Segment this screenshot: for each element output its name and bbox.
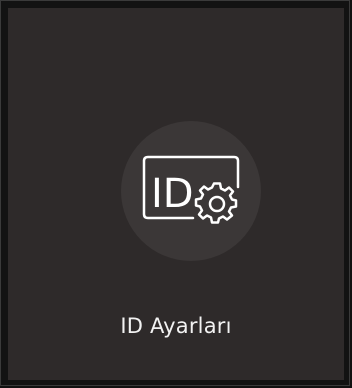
id-settings-icon: ID [121, 121, 261, 261]
gear-icon [194, 182, 238, 224]
id-settings-tile[interactable]: ID ID Ayarları [8, 8, 344, 380]
id-text: ID [151, 171, 194, 217]
screen-frame: ID ID Ayarları [0, 0, 350, 386]
id-settings-icon-graphic: ID [142, 155, 240, 224]
tile-label: ID Ayarları [120, 314, 232, 338]
